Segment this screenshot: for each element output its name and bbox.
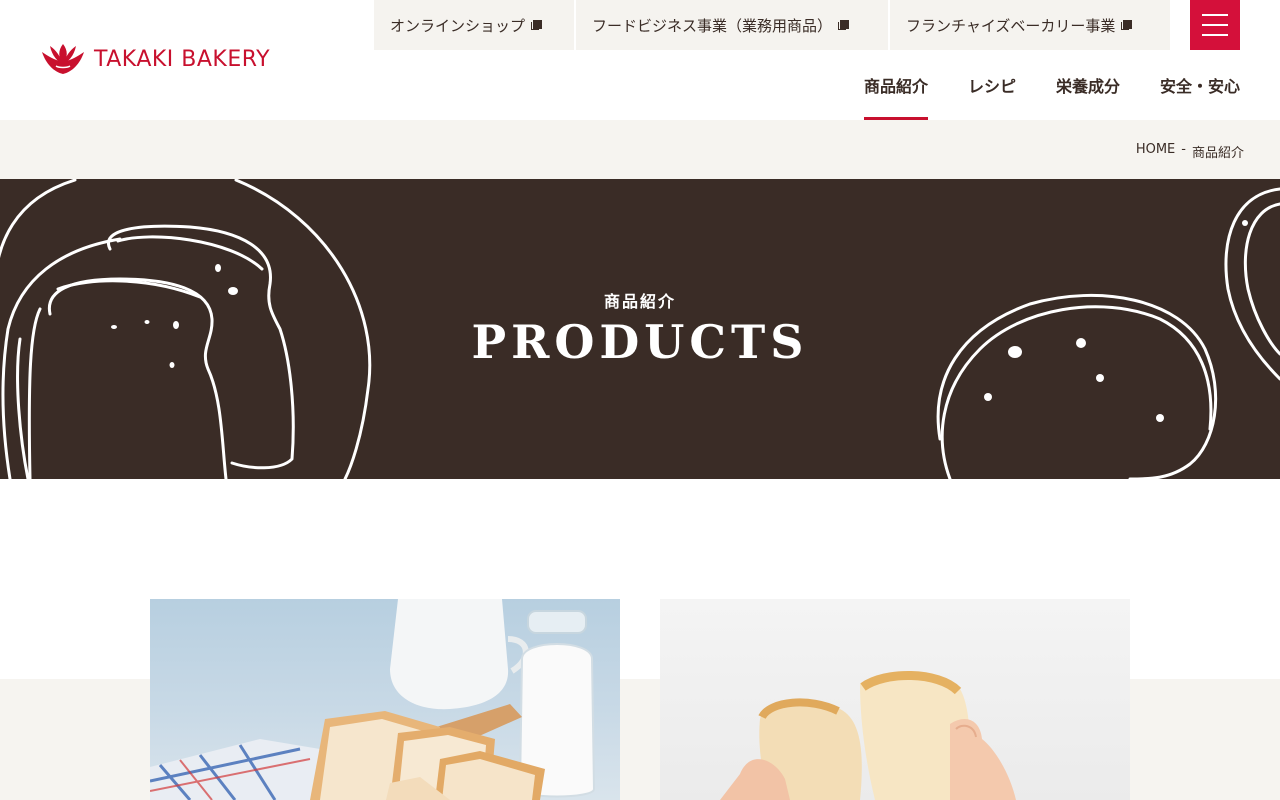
product-card-bread-hands[interactable] <box>660 599 1130 800</box>
brand-logo[interactable]: TAKAKI BAKERY <box>40 42 270 76</box>
franchise-bakery-link[interactable]: フランチャイズベーカリー事業 <box>890 0 1170 50</box>
main-nav: 商品紹介 レシピ 栄養成分 安全・安心 <box>863 50 1240 120</box>
breadcrumb-home-link[interactable]: HOME <box>1136 142 1175 161</box>
nav-item-safety[interactable]: 安全・安心 <box>1160 50 1240 120</box>
franchise-bakery-label: フランチャイズベーカリー事業 <box>906 16 1116 35</box>
hero-subtitle: 商品紹介 <box>603 292 676 311</box>
breadcrumb-current: 商品紹介 <box>1191 146 1244 161</box>
site-header: TAKAKI BAKERY オンラインショップ フードビジネス事業（業務用商品）… <box>0 0 1280 120</box>
hamburger-menu-button[interactable] <box>1190 0 1240 50</box>
brand-name: TAKAKI BAKERY <box>94 46 271 72</box>
nav-item-recipes[interactable]: レシピ <box>968 50 1016 120</box>
online-shop-label: オンラインショップ <box>390 16 526 35</box>
nav-item-products[interactable]: 商品紹介 <box>863 50 928 120</box>
bread-slices-milk-photo <box>150 599 596 800</box>
nav-item-nutrition[interactable]: 栄養成分 <box>1056 50 1120 120</box>
tulip-logo-icon <box>42 44 84 74</box>
food-business-link[interactable]: フードビジネス事業（業務用商品） <box>576 0 888 50</box>
product-card-bread-milk[interactable] <box>150 599 620 800</box>
breadcrumb-separator: - <box>1181 142 1186 157</box>
external-link-icon <box>531 19 543 31</box>
page-hero: 商品紹介 PRODUCTS <box>0 179 1280 479</box>
online-shop-link[interactable]: オンラインショップ <box>374 0 574 50</box>
hamburger-menu-icon <box>1202 14 1228 16</box>
bread-torn-hands-photo <box>720 670 1016 800</box>
breadcrumb: HOME - 商品紹介 <box>1136 142 1244 161</box>
page-title: PRODUCTS <box>471 315 809 369</box>
external-links: オンラインショップ フードビジネス事業（業務用商品） フランチャイズベーカリー事… <box>374 0 1170 50</box>
breadcrumb-bar: HOME - 商品紹介 <box>0 120 1280 179</box>
hamburger-menu-icon-bar <box>1202 34 1228 36</box>
food-business-label: フードビジネス事業（業務用商品） <box>592 16 833 35</box>
external-link-icon <box>1121 19 1133 31</box>
external-link-icon <box>838 19 850 31</box>
hamburger-menu-icon-bar <box>1202 24 1228 26</box>
